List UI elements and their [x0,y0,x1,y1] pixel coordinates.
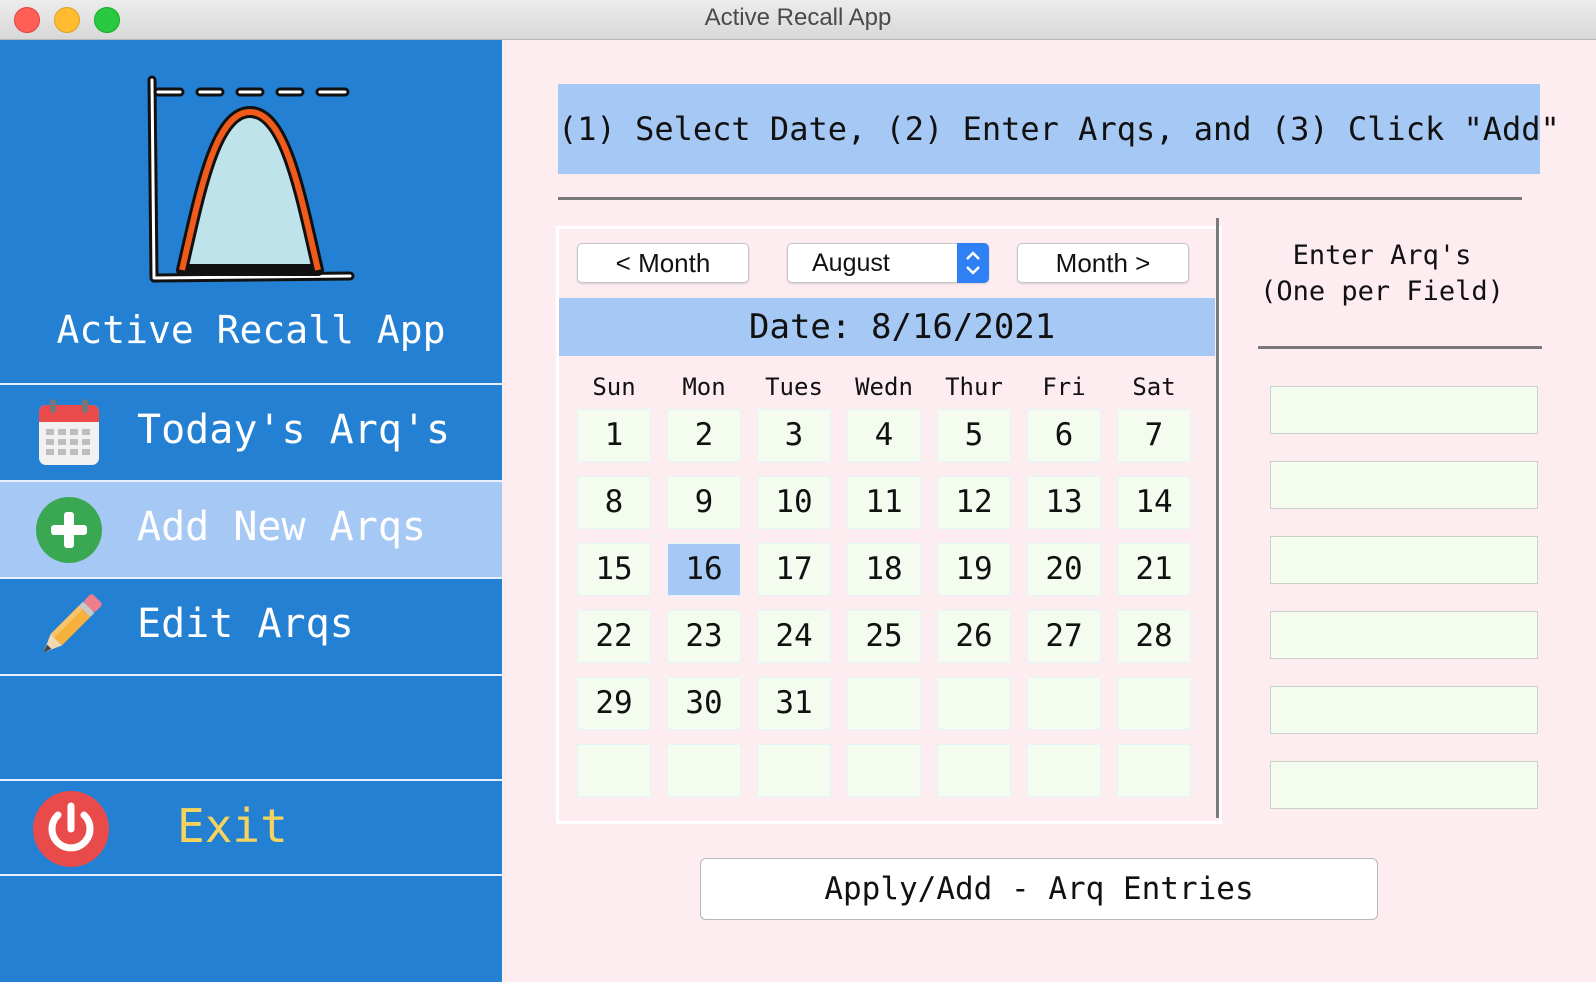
day-cell[interactable]: 3 [757,409,831,462]
day-cell[interactable]: 23 [667,610,741,663]
divider [1258,346,1542,349]
arq-input-field[interactable] [1270,686,1538,734]
arq-input-field[interactable] [1270,611,1538,659]
arq-input-field[interactable] [1270,386,1538,434]
date-value: 8/16/2021 [871,307,1056,347]
next-month-button[interactable]: Month > [1017,243,1189,283]
day-cell[interactable]: 9 [667,476,741,529]
day-cell[interactable]: 28 [1117,610,1191,663]
selected-date-bar: Date: 8/16/2021 [559,298,1215,356]
sidebar-item-edit-arqs[interactable]: Edit Arqs [0,579,502,674]
day-cell[interactable]: 4 [847,409,921,462]
bell-curve-logo-icon [147,75,355,283]
exit-label: Exit [177,799,288,853]
instructions-banner: (1) Select Date, (2) Enter Arqs, and (3)… [558,84,1560,174]
day-cell[interactable]: 31 [757,677,831,730]
day-cell[interactable]: 7 [1117,409,1191,462]
empty-day-cell [937,744,1011,797]
power-icon [33,791,109,867]
day-cell[interactable]: 27 [1027,610,1101,663]
day-cell[interactable]: 15 [577,543,651,596]
day-cell[interactable]: 24 [757,610,831,663]
weekday-header: Tues [765,373,823,401]
day-cell[interactable]: 19 [937,543,1011,596]
arq-input-field[interactable] [1270,761,1538,809]
day-cell[interactable]: 2 [667,409,741,462]
divider [558,197,1522,200]
arq-input-field[interactable] [1270,536,1538,584]
day-cell[interactable]: 8 [577,476,651,529]
weekday-header: Mon [682,373,726,401]
arq-panel-title-line2: (One per Field) [1260,276,1504,307]
day-cell[interactable]: 6 [1027,409,1101,462]
sidebar-item-label: Today's Arq's [137,407,451,453]
empty-day-cell [937,677,1011,730]
exit-button[interactable]: Exit [0,781,502,876]
day-cell[interactable]: 29 [577,677,651,730]
day-cell[interactable]: 18 [847,543,921,596]
calendar: < Month August Month > Date: 8/16/2021 S… [556,226,1222,824]
sidebar: Active Recall App Today's Arq's Add New … [0,40,502,982]
empty-day-cell [1027,744,1101,797]
arq-panel-title: Enter Arq's (One per Field) [1240,238,1524,310]
empty-day-cell [847,677,921,730]
select-arrows-icon [957,243,989,283]
apply-add-button[interactable]: Apply/Add - Arq Entries [700,858,1378,920]
sidebar-item-label: Edit Arqs [137,601,354,647]
month-select-value: August [812,249,890,277]
prev-month-button[interactable]: < Month [577,243,749,283]
day-cell[interactable]: 30 [667,677,741,730]
pencil-icon [43,594,102,653]
day-cell[interactable]: 5 [937,409,1011,462]
plus-circle-icon [36,497,102,563]
day-cell[interactable]: 1 [577,409,651,462]
main-panel: (1) Select Date, (2) Enter Arqs, and (3)… [502,40,1596,982]
weekday-header: Thur [945,373,1003,401]
day-cell[interactable]: 20 [1027,543,1101,596]
weekday-header: Sun [592,373,636,401]
divider [0,874,502,876]
empty-day-cell [577,744,651,797]
weekday-header: Wedn [855,373,913,401]
weekday-header: Fri [1042,373,1086,401]
day-cell[interactable]: 13 [1027,476,1101,529]
month-select[interactable]: August [787,243,989,283]
day-cell[interactable]: 12 [937,476,1011,529]
day-cell[interactable]: 22 [577,610,651,663]
sidebar-item-label: Add New Arqs [137,504,426,550]
sidebar-app-name: Active Recall App [56,308,446,352]
empty-day-cell [1027,677,1101,730]
day-cell[interactable]: 11 [847,476,921,529]
empty-day-cell [1117,744,1191,797]
divider [1216,218,1219,818]
sidebar-item-add-new-arqs[interactable]: Add New Arqs [0,482,502,577]
empty-day-cell [757,744,831,797]
day-cell[interactable]: 26 [937,610,1011,663]
arq-input-field[interactable] [1270,461,1538,509]
day-cell[interactable]: 16 [667,543,741,596]
day-cell[interactable]: 14 [1117,476,1191,529]
divider [0,674,502,676]
empty-day-cell [1117,677,1191,730]
day-cell[interactable]: 17 [757,543,831,596]
day-cell[interactable]: 21 [1117,543,1191,596]
window-title: Active Recall App [704,4,892,31]
day-cell[interactable]: 25 [847,610,921,663]
date-label: Date: [749,307,852,347]
empty-day-cell [847,744,921,797]
day-cell[interactable]: 10 [757,476,831,529]
window-titlebar: Active Recall App [0,0,1596,40]
empty-day-cell [667,744,741,797]
arq-panel-title-line1: Enter Arq's [1292,240,1472,271]
sidebar-item-todays-arqs[interactable]: Today's Arq's [0,385,502,480]
calendar-icon [39,399,99,465]
weekday-header: Sat [1132,373,1176,401]
